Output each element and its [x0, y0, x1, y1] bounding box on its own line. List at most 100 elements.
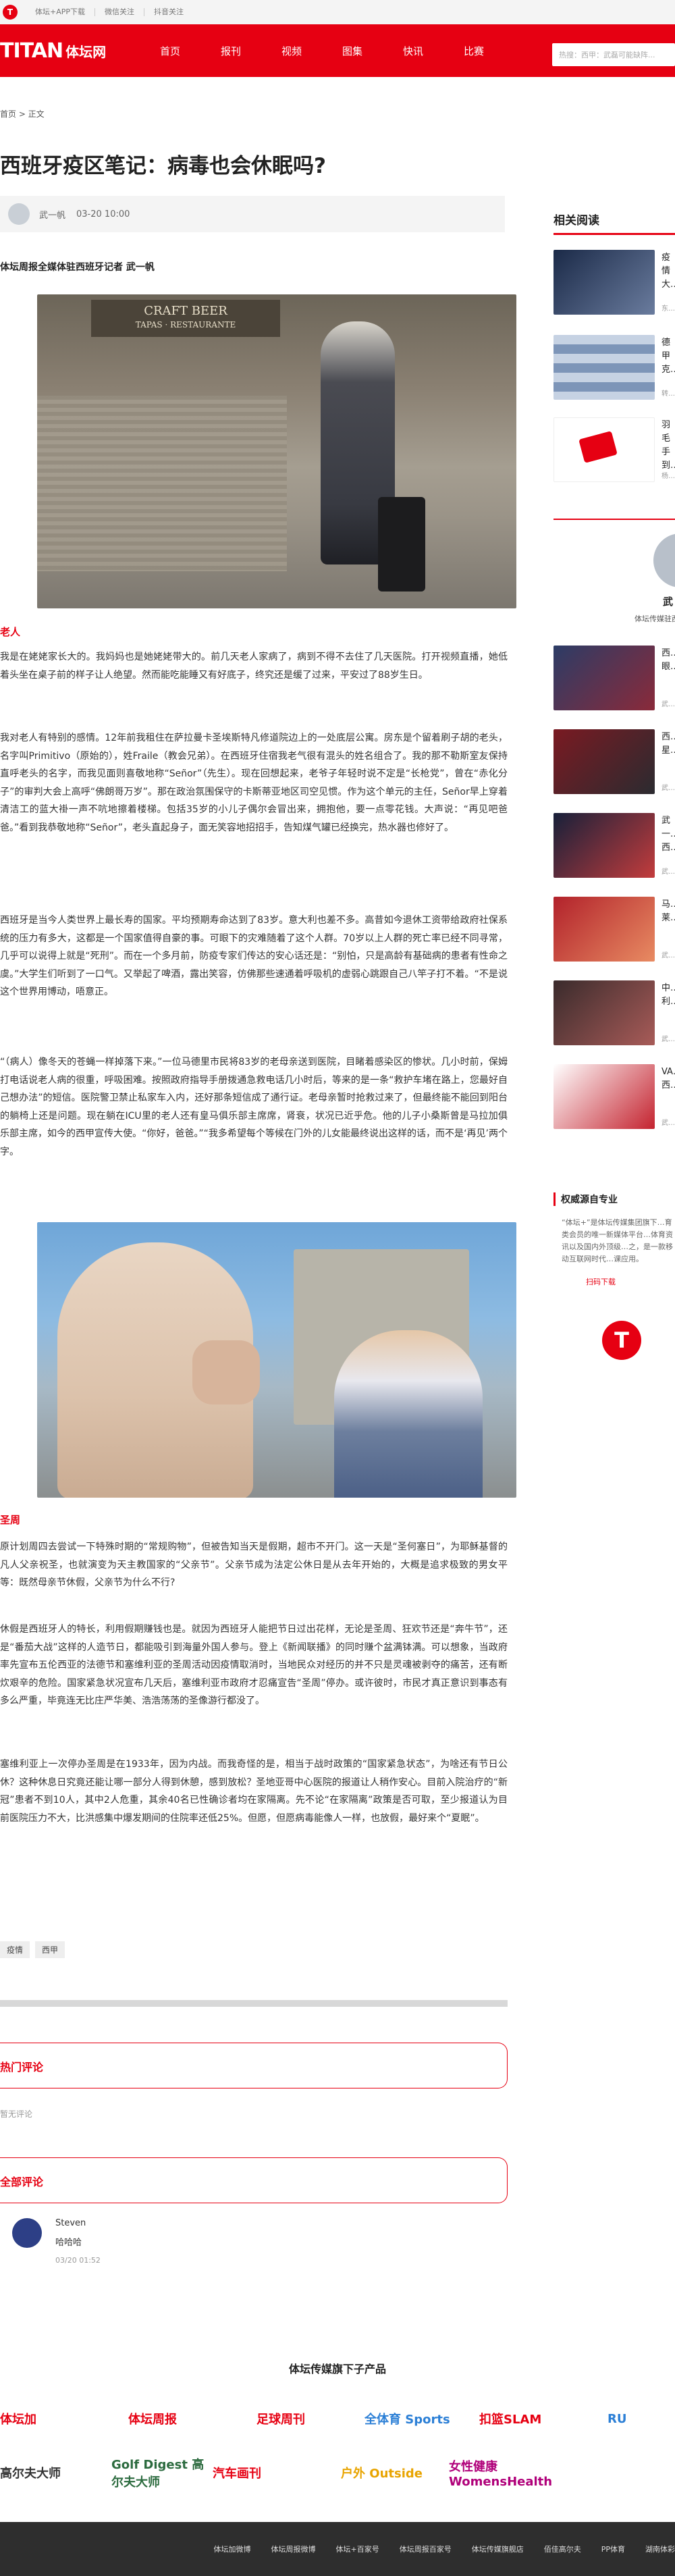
author-post-thumb[interactable] [554, 729, 655, 794]
brand-logo[interactable]: 汽车画刊 [213, 2458, 341, 2488]
author-post[interactable]: 武一…西… 武… [554, 813, 675, 878]
commenter-name[interactable]: Steven [55, 2218, 101, 2228]
author-post[interactable]: 西…眼… 武… [554, 646, 675, 710]
titan-mini-logo[interactable]: T [3, 5, 18, 20]
app-download-link[interactable]: 体坛+APP下载 [26, 8, 94, 16]
authority-title: 权威源自专业 [554, 1192, 675, 1206]
top-utility-bar: T 体坛+APP下载 微信关注 抖音关注 [0, 0, 675, 24]
article-paragraph: 西班牙是当今人类世界上最长寿的国家。平均预期寿命达到了83岁。意大利也差不多。高… [0, 915, 508, 997]
related-meta: 转… [662, 390, 675, 398]
footer-link[interactable]: 佰佳高尔夫 [544, 2544, 581, 2554]
comment-item: Steven 哈哈哈 03/20 01:52 [12, 2218, 101, 2265]
brand-row-2: 高尔夫大师 Golf Digest 高尔夫大师 汽车画刊 户外 Outside 女性健康… [0, 2458, 675, 2490]
logo-text-cn: 体坛网 [65, 43, 107, 60]
site-logo[interactable]: TITAN 体坛网 [0, 36, 108, 65]
author-post-thumb[interactable] [554, 813, 655, 878]
author-post-meta: 武… [662, 868, 675, 876]
related-thumb[interactable] [554, 250, 655, 315]
author-post[interactable]: 中…利… 武… [554, 980, 675, 1045]
footer-link[interactable]: 体坛加微博 [214, 2544, 251, 2554]
tag-pill[interactable]: 疫情 [0, 1941, 30, 1958]
brand-logo[interactable]: 体坛周报 [128, 2404, 256, 2434]
related-thumb[interactable] [554, 335, 655, 400]
related-article[interactable]: 疫情大… 东… [554, 250, 675, 315]
brand-products: 体坛传媒旗下子产品 [0, 2360, 675, 2376]
brand-logo[interactable]: RU [608, 2404, 675, 2434]
author-post-thumb[interactable] [554, 646, 655, 710]
author-card-avatar[interactable] [653, 533, 675, 587]
author-post-thumb[interactable] [554, 980, 655, 1045]
author-post-thumb[interactable] [554, 897, 655, 962]
footer: 体坛加微博 体坛周报微博 体坛+百家号 体坛周报百家号 体坛传媒旗舰店 佰佳高尔夫 PP体育… [0, 2522, 675, 2576]
brand-logo[interactable]: 体坛加 [0, 2404, 128, 2434]
author-post[interactable]: 西…星… 武… [554, 729, 675, 794]
all-comments-header: 全部评论 [0, 2157, 508, 2203]
brand-logo[interactable]: 女性健康 WomensHealth [449, 2458, 604, 2489]
author-post-title[interactable]: VA…西… [662, 1066, 675, 1093]
scan-download-link[interactable]: 扫码下载 [554, 1276, 675, 1287]
comment-text: 哈哈哈 [55, 2238, 82, 2248]
article-paragraph: 原计划周四去尝试一下特殊时期的“常规购物”，但被告知当天是假期，超市不开门。这一… [0, 1542, 508, 1588]
section-heading-elderly: 老人 [0, 626, 21, 638]
brand-logo[interactable]: 全体育 Sports [364, 2404, 479, 2434]
brand-logo[interactable]: 高尔夫大师 [0, 2458, 111, 2488]
hot-comments-header: 热门评论 [0, 2043, 508, 2088]
commenter-avatar[interactable] [12, 2218, 42, 2248]
shop-sign-line1: CRAFT BEER [144, 304, 227, 318]
author-post-title[interactable]: 西…眼… [662, 647, 675, 674]
breadcrumb[interactable]: 首页 > 正文 [0, 108, 45, 120]
article-paragraph: 我对老人有特别的感情。12年前我租住在萨拉曼卡圣埃斯特凡修道院边上的一处底层公寓… [0, 733, 508, 833]
footer-link[interactable]: PP体育 [601, 2544, 625, 2554]
author-name[interactable]: 武一帆 [39, 208, 65, 221]
authority-body: “体坛+”是体坛传媒集团旗下…育类会员的唯一新媒体平台…体育资讯以及国内外顶级…… [562, 1218, 673, 1263]
article-meta-bar: 武一帆 03-20 10:00 [0, 196, 505, 232]
main-navigation: TITAN 体坛网 首页 报刊 视频 图集 快讯 比赛 热搜：西甲：武磊可能缺阵… [0, 24, 675, 77]
author-avatar[interactable] [8, 203, 30, 225]
author-post-title[interactable]: 中…利… [662, 982, 675, 1009]
brand-logo[interactable]: 足球周刊 [256, 2404, 364, 2434]
brand-logo[interactable]: 户外 Outside [341, 2458, 449, 2488]
footer-link[interactable]: 体坛+百家号 [336, 2544, 379, 2554]
author-post-thumb[interactable] [554, 1064, 655, 1129]
footer-link[interactable]: 体坛传媒旗舰店 [472, 2544, 524, 2554]
author-post-title[interactable]: 武一…西… [662, 814, 675, 855]
related-title[interactable]: 德甲克… [662, 336, 675, 377]
tag-pill[interactable]: 西甲 [35, 1941, 65, 1958]
footer-link[interactable]: 体坛周报微博 [271, 2544, 316, 2554]
author-post-title[interactable]: 马…莱… [662, 898, 675, 925]
nav-item-news-flash[interactable]: 快讯 [386, 44, 440, 58]
brand-logo[interactable]: Golf Digest 高尔夫大师 [111, 2458, 213, 2490]
shop-shutter [37, 396, 287, 571]
author-post[interactable]: VA…西… 武… [554, 1064, 675, 1129]
author-card-name[interactable]: 武 [663, 594, 673, 608]
related-article[interactable]: 德甲克… 转… [554, 335, 675, 400]
author-post[interactable]: 马…莱… 武… [554, 897, 675, 962]
brand-row-1: 体坛加 体坛周报 足球周刊 全体育 Sports 扣篮SLAM RU [0, 2404, 675, 2434]
author-card: 武 体坛传媒驻西 [554, 527, 675, 623]
search-input[interactable]: 热搜：西甲：武磊可能缺阵... [552, 43, 675, 66]
related-title[interactable]: 疫情大… [662, 251, 675, 292]
related-thumb[interactable] [554, 417, 655, 482]
nav-item-matches[interactable]: 比赛 [447, 44, 501, 58]
douyin-follow-link[interactable]: 抖音关注 [144, 8, 193, 16]
footer-link[interactable]: 体坛周报百家号 [400, 2544, 452, 2554]
related-meta: 杨… [662, 473, 675, 480]
hot-comments-title: 热门评论 [0, 2061, 44, 2074]
footer-link[interactable]: 湖南体彩 [645, 2544, 675, 2554]
all-comments-title: 全部评论 [0, 2176, 44, 2188]
nav-item-video[interactable]: 视频 [265, 44, 319, 58]
article-photo-elderly-man: CRAFT BEER TAPAS · RESTAURANTE [37, 294, 516, 608]
section-divider [0, 2000, 508, 2007]
nav-item-papers[interactable]: 报刊 [204, 44, 258, 58]
related-title[interactable]: 羽毛手到… [662, 419, 675, 473]
nav-item-home[interactable]: 首页 [143, 44, 197, 58]
titan-app-logo[interactable]: T [602, 1321, 641, 1360]
article-paragraph: 塞维利亚上一次停办圣周是在1933年，因为内战。而我奇怪的是，相当于战时政策的“… [0, 1759, 508, 1824]
nav-item-gallery[interactable]: 图集 [325, 44, 379, 58]
wechat-follow-link[interactable]: 微信关注 [94, 8, 144, 16]
logo-text-en: TITAN [0, 38, 63, 63]
author-post-title[interactable]: 西…星… [662, 731, 675, 758]
right-sidebar: 相关阅读 疫情大… 东… 德甲克… 转… 羽毛手到… 杨… 武 体坛传媒驻西 西… [554, 200, 675, 1360]
related-article[interactable]: 羽毛手到… 杨… [554, 417, 675, 482]
brand-logo[interactable]: 扣篮SLAM [479, 2404, 608, 2434]
